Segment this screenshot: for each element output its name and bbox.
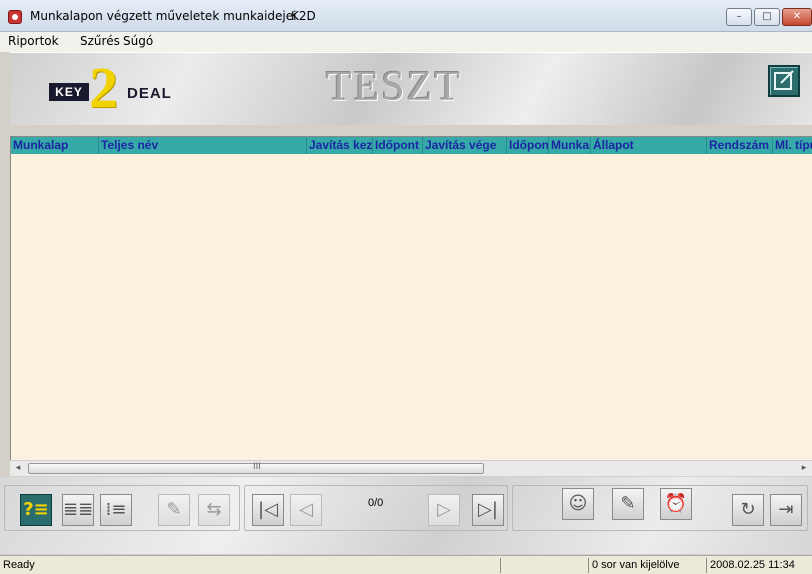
col-munkaido[interactable]: Munkaidő — [549, 137, 591, 154]
window-title: Munkalapon végzett műveletek munkaidejei — [30, 9, 297, 23]
edit-icon — [774, 70, 794, 90]
record-counter: 0/0 — [368, 497, 384, 509]
status-datetime: 2008.02.25 11:34 — [706, 558, 812, 573]
app-name: K2D — [291, 9, 316, 23]
detail-view-button[interactable]: ?≡ — [20, 494, 52, 526]
tool-b-icon[interactable]: ⇆ — [198, 494, 230, 526]
note-icon[interactable]: ✎ — [612, 488, 644, 520]
title-bar: Munkalapon végzett műveletek munkaidejei… — [0, 0, 812, 32]
user-icon[interactable]: ☺ — [562, 488, 594, 520]
col-javitas-vege[interactable]: Javítás vége — [423, 137, 507, 154]
data-grid[interactable]: Munkalap Teljes név Javítás kezdete Időp… — [10, 136, 812, 474]
col-javitas-kezdete[interactable]: Javítás kezdete — [307, 137, 373, 154]
horizontal-scrollbar[interactable]: ◂ III ▸ — [10, 460, 812, 476]
menu-sugo[interactable]: Súgó — [123, 34, 153, 48]
col-idopont-2[interactable]: Időpont — [507, 137, 549, 154]
logo-key-text: KEY — [49, 83, 89, 101]
scroll-right-icon[interactable]: ▸ — [796, 461, 812, 476]
menu-riportok[interactable]: Riportok — [8, 34, 59, 48]
key2deal-logo: KEY 2 DEAL — [34, 57, 204, 119]
logo-deal-text: DEAL — [127, 85, 172, 102]
status-message: Ready — [3, 559, 35, 571]
previous-record-button[interactable]: ◁ — [290, 494, 322, 526]
status-empty-cell — [500, 558, 588, 573]
col-teljes-nev[interactable]: Teljes név — [99, 137, 307, 154]
menu-szures[interactable]: Szűrés — [80, 34, 120, 48]
list-view-button[interactable]: ≣≣ — [62, 494, 94, 526]
col-ml-tipus[interactable]: Ml. típus — [773, 137, 812, 154]
last-record-button[interactable]: ▷| — [472, 494, 504, 526]
menu-bar: Riportok Szűrés Súgó — [0, 32, 812, 52]
exit-button[interactable]: ⇥ — [770, 494, 802, 526]
close-button[interactable]: ✕ — [782, 8, 812, 26]
col-allapot[interactable]: Állapot — [591, 137, 707, 154]
status-selection-count: 0 sor van kijelölve — [588, 558, 706, 573]
minimize-button[interactable]: – — [726, 8, 752, 26]
scroll-left-icon[interactable]: ◂ — [10, 461, 26, 476]
maximize-button[interactable]: □ — [754, 8, 780, 26]
scroll-thumb[interactable]: III — [28, 462, 484, 474]
header-banner: KEY 2 DEAL TESZT — [10, 52, 812, 125]
status-bar: Ready 0 sor van kijelölve 2008.02.25 11:… — [0, 555, 812, 574]
first-record-button[interactable]: |◁ — [252, 494, 284, 526]
tool-a-icon[interactable]: ✎ — [158, 494, 190, 526]
col-rendszam[interactable]: Rendszám — [707, 137, 773, 154]
grid-header: Munkalap Teljes név Javítás kezdete Időp… — [11, 137, 812, 154]
edit-button[interactable] — [768, 65, 800, 97]
scroll-grip: III — [253, 462, 261, 472]
col-idopont-1[interactable]: Időpont — [373, 137, 423, 154]
banner-title: TESZT — [326, 64, 462, 110]
refresh-button[interactable]: ↻ — [732, 494, 764, 526]
next-record-button[interactable]: ▷ — [428, 494, 460, 526]
app-icon[interactable] — [8, 10, 22, 24]
logo-2-text: 2 — [89, 55, 118, 120]
alarm-clock-icon[interactable]: ⏰ — [660, 488, 692, 520]
col-munkalap[interactable]: Munkalap — [11, 137, 99, 154]
tree-view-button[interactable]: ⁞≡ — [100, 494, 132, 526]
